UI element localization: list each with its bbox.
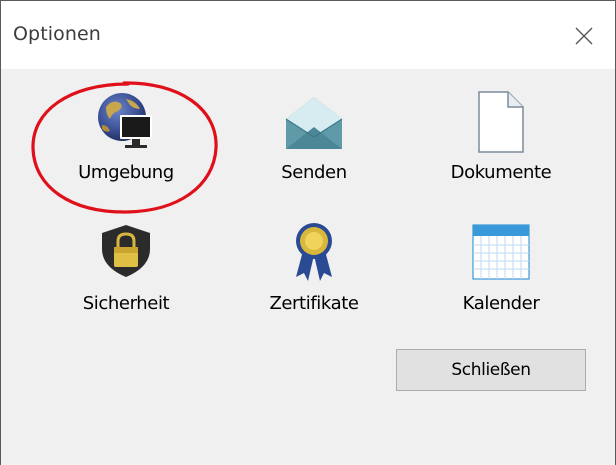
tile-sicherheit-label: Sicherheit — [82, 293, 170, 314]
close-window-button[interactable] — [553, 1, 615, 69]
options-dialog: Optionen Umgebung Senden Dokumente Siche… — [0, 0, 616, 465]
ribbon-award-icon — [296, 223, 332, 281]
close-icon — [575, 27, 593, 45]
red-circle-highlight — [31, 81, 218, 214]
tile-zertifikate[interactable]: Zertifikate — [229, 219, 399, 334]
tile-sicherheit[interactable]: Sicherheit — [41, 219, 211, 334]
tile-senden[interactable]: Senden — [229, 86, 399, 201]
tile-dokumente-label: Dokumente — [450, 162, 552, 183]
tile-zertifikate-label: Zertifikate — [269, 293, 359, 314]
calendar-icon — [472, 224, 530, 280]
tile-kalender[interactable]: Kalender — [416, 219, 586, 334]
title-bar: Optionen — [1, 1, 615, 69]
tile-dokumente[interactable]: Dokumente — [416, 86, 586, 201]
document-icon — [478, 91, 524, 153]
schliessen-button[interactable]: Schließen — [396, 349, 586, 391]
envelope-icon — [285, 97, 343, 149]
tile-senden-label: Senden — [281, 162, 347, 183]
tile-kalender-label: Kalender — [462, 293, 540, 314]
dialog-title: Optionen — [13, 23, 101, 45]
shield-lock-icon — [102, 225, 150, 277]
